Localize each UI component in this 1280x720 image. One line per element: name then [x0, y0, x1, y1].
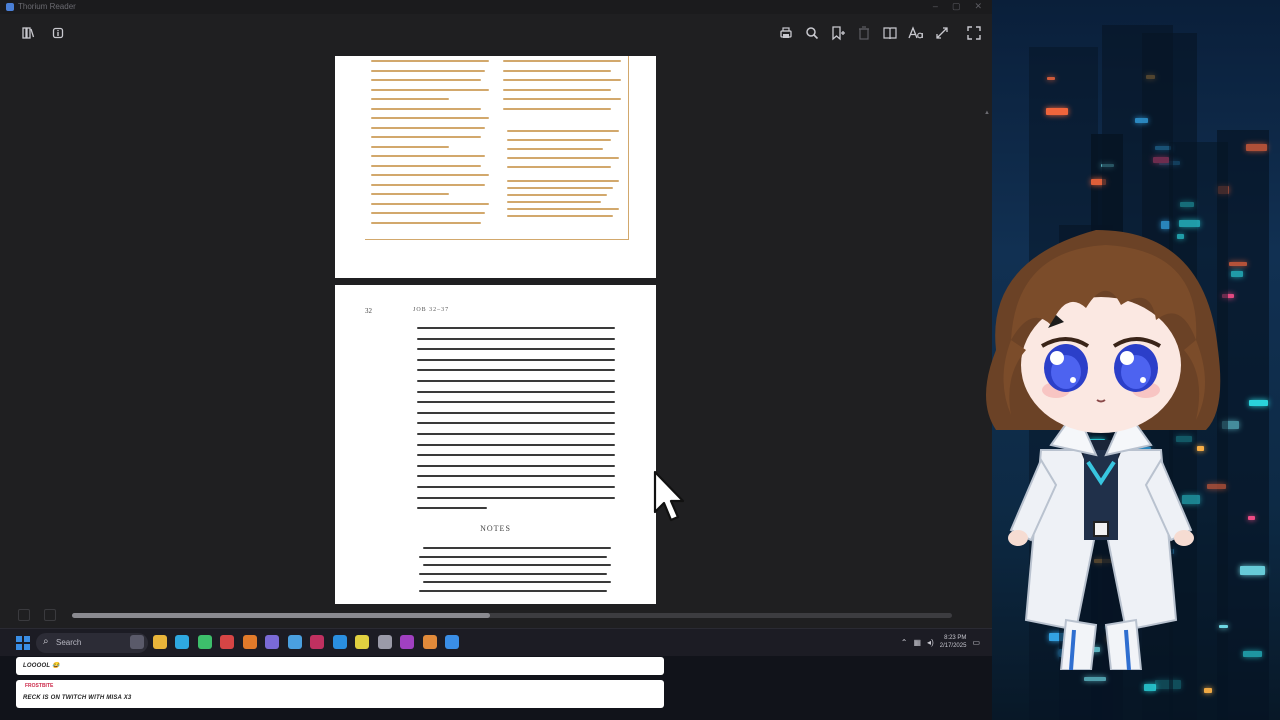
notes-icon[interactable] — [355, 635, 369, 649]
firefox-icon[interactable] — [242, 635, 257, 649]
text-line — [417, 348, 615, 351]
store-icon[interactable] — [197, 635, 212, 649]
window-controls: – ▢ ✕ — [933, 1, 982, 12]
chat-username: FROSTBITE — [25, 683, 54, 689]
network-icon[interactable]: ▦ — [913, 638, 921, 647]
neon-window — [1047, 76, 1056, 81]
text-line — [417, 422, 615, 425]
chat-message-text: RECK IS ON TWITCH WITH MISA X3 — [23, 695, 132, 701]
fullscreen-small-icon[interactable] — [934, 25, 950, 41]
search-icon[interactable] — [804, 25, 820, 41]
close-icon[interactable]: ✕ — [974, 1, 982, 12]
scroll-up-icon[interactable]: ▲ — [984, 110, 990, 116]
edge-icon[interactable] — [175, 635, 189, 649]
notes-heading: NOTES — [480, 524, 511, 533]
app-red-icon[interactable] — [310, 635, 324, 649]
windows-start-icon[interactable] — [16, 636, 30, 650]
app-purple-icon[interactable] — [400, 635, 414, 649]
text-line — [419, 555, 607, 558]
text-line — [417, 486, 615, 488]
text-line — [417, 327, 615, 329]
neon-window — [1143, 684, 1156, 691]
next-page-button[interactable] — [44, 609, 56, 621]
vtuber-avatar — [986, 230, 1221, 670]
text-line — [417, 401, 615, 404]
text-line — [417, 390, 615, 393]
toc-icon[interactable] — [882, 25, 898, 41]
text-line — [417, 411, 615, 414]
mouse-cursor-icon — [653, 470, 685, 522]
text-line — [419, 589, 607, 592]
stream-screen: Thorium Reader – ▢ ✕ 32 JOB 32–37 NOTES … — [0, 0, 1280, 720]
neon-window — [1248, 516, 1255, 521]
library-icon[interactable] — [20, 26, 36, 42]
steam-icon[interactable] — [287, 635, 302, 649]
previous-page-button[interactable] — [18, 609, 30, 621]
text-line — [417, 507, 487, 510]
maximize-icon[interactable]: ▢ — [952, 1, 961, 12]
volume-icon[interactable]: ◂) — [927, 638, 934, 647]
neon-window — [1045, 107, 1068, 115]
book-page-previous — [335, 56, 656, 278]
fullscreen-icon[interactable] — [966, 25, 982, 41]
text-line — [417, 496, 615, 499]
search-placeholder: Search — [56, 638, 82, 647]
minimize-icon[interactable]: – — [933, 1, 938, 12]
discord-icon[interactable] — [265, 635, 279, 649]
people-app-icon[interactable] — [130, 635, 144, 649]
app-cyan-icon[interactable] — [445, 635, 459, 649]
text-line — [423, 564, 611, 566]
text-line — [417, 443, 615, 446]
info-icon[interactable] — [50, 26, 66, 42]
text-line — [419, 572, 607, 575]
neon-window — [1134, 118, 1148, 124]
windows-taskbar: ⌕ Search ⌃ ▦ ◂) 8:23 PM 2/17/2025 ▭ — [0, 628, 992, 656]
neon-window — [1249, 399, 1269, 406]
brave-icon[interactable] — [220, 635, 234, 649]
app-blue-icon[interactable] — [332, 635, 347, 649]
highlight-frame — [365, 56, 629, 240]
text-line — [417, 475, 615, 478]
text-settings-icon[interactable] — [908, 25, 924, 41]
neon-window — [1203, 688, 1212, 693]
neon-window — [1083, 677, 1107, 681]
window-title: Thorium Reader — [18, 2, 76, 11]
running-head: JOB 32–37 — [413, 307, 450, 313]
chat-message-text: LOOOOL 😂 — [23, 663, 60, 669]
page-number: 32 — [365, 307, 372, 315]
reader-toolbar — [0, 14, 992, 54]
title-bar: Thorium Reader – ▢ ✕ — [0, 0, 992, 14]
text-line — [417, 454, 615, 457]
print-icon[interactable] — [778, 25, 794, 41]
reader-bottom-bar — [0, 604, 992, 628]
delete-icon[interactable] — [856, 25, 872, 41]
document-view[interactable]: 32 JOB 32–37 NOTES ▲ ▼ — [0, 54, 992, 656]
reading-progress-slider[interactable] — [72, 613, 952, 618]
book-page-current: 32 JOB 32–37 NOTES — [335, 285, 656, 605]
chevron-up-icon[interactable]: ⌃ — [901, 638, 908, 647]
file-explorer-icon[interactable] — [152, 635, 167, 649]
text-line — [417, 369, 615, 372]
neon-window — [1246, 143, 1268, 152]
text-line — [417, 464, 615, 467]
search-icon: ⌕ — [43, 636, 49, 647]
text-line — [417, 358, 615, 361]
reading-progress-fill — [72, 613, 490, 618]
text-line — [417, 433, 615, 435]
text-line — [423, 581, 611, 583]
text-line — [417, 337, 615, 340]
app-icon — [6, 3, 14, 11]
text-line — [417, 380, 615, 382]
text-line — [423, 547, 611, 549]
reader-window: Thorium Reader – ▢ ✕ 32 JOB 32–37 NOTES … — [0, 0, 992, 656]
app-orange-icon[interactable] — [422, 635, 437, 649]
obs-icon[interactable] — [377, 635, 392, 649]
bookmark-add-icon[interactable] — [830, 25, 846, 41]
chat-message: FROSTBITE RECK IS ON TWITCH WITH MISA X3 — [16, 680, 664, 708]
chat-message: LOOOOL 😂 — [16, 657, 664, 675]
